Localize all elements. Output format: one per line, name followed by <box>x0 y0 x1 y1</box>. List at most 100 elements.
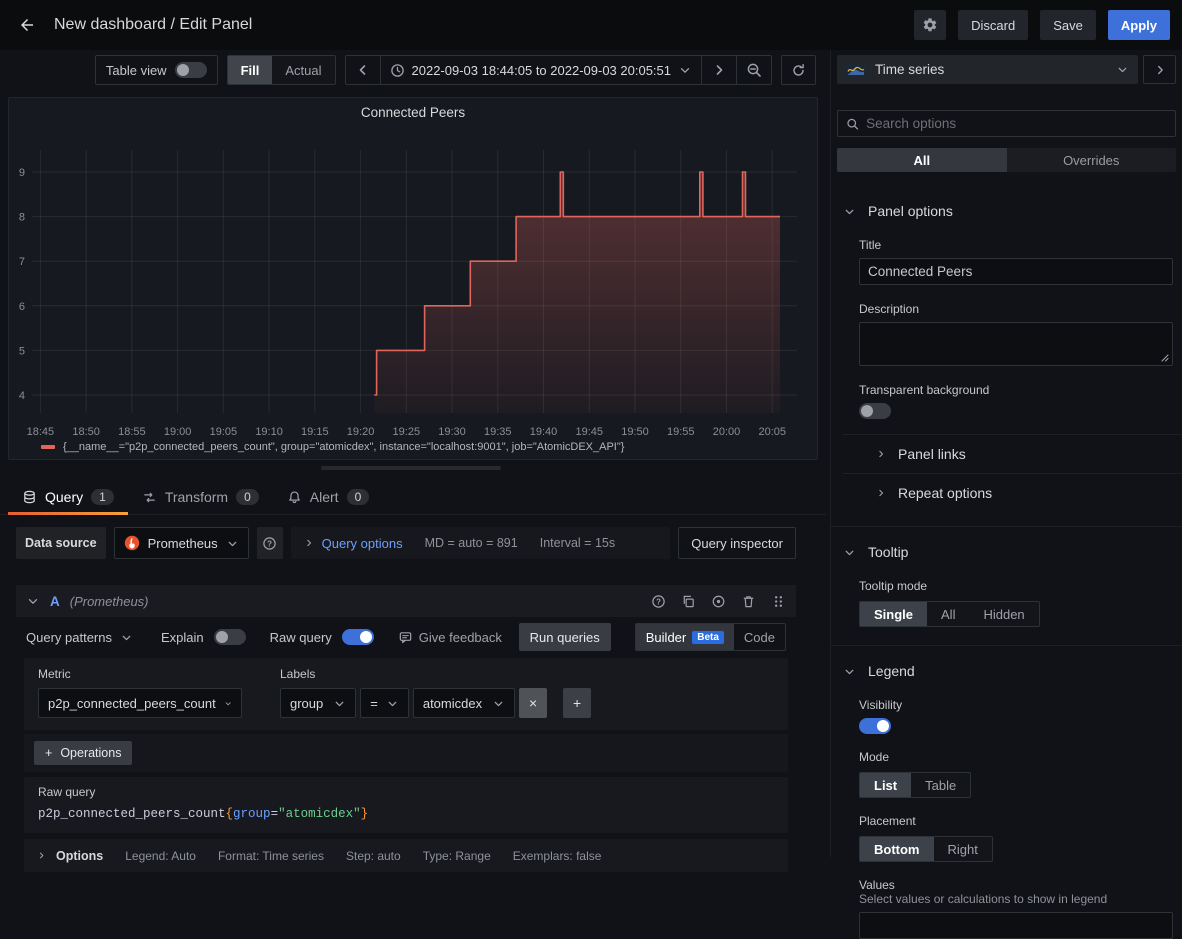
plus-icon: + <box>45 746 52 760</box>
options-search[interactable] <box>837 110 1176 137</box>
page-title: New dashboard / Edit Panel <box>54 16 252 34</box>
collapse-sidebar-button[interactable] <box>1143 55 1176 84</box>
options-sidebar: Time series All Overrides Panel options … <box>830 50 1182 857</box>
query-count-badge: 1 <box>91 489 114 505</box>
chevron-down-icon <box>337 702 344 705</box>
duplicate-query-icon[interactable] <box>681 594 696 609</box>
tooltip-mode-hidden[interactable]: Hidden <box>969 602 1038 626</box>
option-legend: Legend: Auto <box>125 849 196 863</box>
run-queries-button[interactable]: Run queries <box>519 623 611 651</box>
chevron-right-icon <box>718 66 722 74</box>
save-button[interactable]: Save <box>1040 10 1096 40</box>
transparent-bg-label: Transparent background <box>859 383 1172 397</box>
refresh-button[interactable] <box>782 56 815 84</box>
raw-query-box: Raw query p2p_connected_peers_count{grou… <box>24 777 788 833</box>
query-patterns-dropdown[interactable]: Query patterns <box>26 630 133 645</box>
query-options-collapsed-row[interactable]: Options Legend: Auto Format: Time series… <box>24 839 788 872</box>
actual-option[interactable]: Actual <box>272 56 334 84</box>
gear-icon <box>924 18 936 31</box>
timeseries-plot[interactable]: 18:4518:5018:5519:0019:0519:1019:1519:20… <box>9 126 817 441</box>
add-label-filter-button[interactable]: + <box>563 688 591 718</box>
apply-button[interactable]: Apply <box>1108 10 1170 40</box>
svg-text:19:25: 19:25 <box>393 426 421 438</box>
tab-alert[interactable]: Alert 0 <box>273 480 383 514</box>
visualization-select[interactable]: Time series <box>837 55 1138 84</box>
raw-query-code: p2p_connected_peers_count{group="atomicd… <box>38 807 774 821</box>
give-feedback-link[interactable]: Give feedback <box>398 630 502 645</box>
database-icon <box>25 491 34 502</box>
metric-label: Metric <box>38 667 242 681</box>
query-inspector-button[interactable]: Query inspector <box>678 527 796 559</box>
label-name-select[interactable]: group <box>280 688 356 718</box>
chevron-down-icon <box>846 210 853 213</box>
datasource-select[interactable]: Prometheus <box>114 527 249 559</box>
datasource-help-button[interactable] <box>257 527 283 559</box>
svg-text:5: 5 <box>19 345 25 357</box>
tab-query[interactable]: Query 1 <box>8 480 128 514</box>
section-panel-options[interactable]: Panel options <box>831 186 1182 225</box>
panel-links-section[interactable]: Panel links <box>843 434 1182 473</box>
transparent-background-toggle[interactable] <box>859 403 891 419</box>
query-row-header[interactable]: A (Prometheus) <box>16 585 796 618</box>
option-format: Format: Time series <box>218 849 324 863</box>
panel-settings-button[interactable] <box>914 10 946 40</box>
pane-resize-handle[interactable] <box>321 466 501 470</box>
chevron-right-icon <box>40 853 42 858</box>
legend-placement-bottom[interactable]: Bottom <box>860 837 934 861</box>
metric-select[interactable]: p2p_connected_peers_count <box>38 688 242 718</box>
discard-button[interactable]: Discard <box>958 10 1028 40</box>
section-tooltip[interactable]: Tooltip <box>831 527 1182 566</box>
label-value-select[interactable]: atomicdex <box>413 688 515 718</box>
explain-toggle[interactable] <box>214 629 246 645</box>
panel-title-input[interactable] <box>859 258 1173 285</box>
query-help-icon[interactable] <box>651 594 666 609</box>
time-shift-back-button[interactable] <box>346 56 381 84</box>
drag-handle-icon[interactable] <box>771 594 786 609</box>
option-exemplars: Exemplars: false <box>513 849 602 863</box>
legend-mode-list[interactable]: List <box>860 773 911 797</box>
raw-query-label: Raw query <box>270 630 332 645</box>
chevron-right-icon <box>1158 66 1162 73</box>
fill-option[interactable]: Fill <box>228 56 273 84</box>
svg-text:19:30: 19:30 <box>438 426 466 438</box>
time-shift-forward-button[interactable] <box>702 56 737 84</box>
table-view-toggle[interactable] <box>175 62 207 78</box>
section-legend[interactable]: Legend <box>831 646 1182 685</box>
repeat-options-section[interactable]: Repeat options <box>843 473 1182 512</box>
chevron-left-icon <box>360 66 364 74</box>
chart-legend[interactable]: {__name__="p2p_connected_peers_count", g… <box>41 441 624 453</box>
legend-mode-table[interactable]: Table <box>911 773 970 797</box>
svg-text:19:45: 19:45 <box>575 426 603 438</box>
svg-text:19:00: 19:00 <box>164 426 192 438</box>
legend-placement-right[interactable]: Right <box>934 837 992 861</box>
search-icon <box>848 119 858 129</box>
values-description: Select values or calculations to show in… <box>859 892 1172 906</box>
chevron-right-icon <box>880 490 883 495</box>
filter-overrides[interactable]: Overrides <box>1007 148 1177 172</box>
clock-icon <box>391 64 402 75</box>
legend-values-input[interactable] <box>859 912 1173 939</box>
code-mode-option[interactable]: Code <box>734 624 785 650</box>
delete-query-icon[interactable] <box>741 594 756 609</box>
disable-query-icon[interactable] <box>711 594 726 609</box>
back-button[interactable] <box>12 10 42 40</box>
query-options-bar[interactable]: Query options MD = auto = 891 Interval =… <box>291 527 671 559</box>
legend-placement-group: Bottom Right <box>859 836 993 862</box>
label-operator-select[interactable]: = <box>360 688 409 718</box>
tooltip-mode-all[interactable]: All <box>927 602 969 626</box>
tab-transform[interactable]: Transform 0 <box>128 480 273 514</box>
labels-label: Labels <box>280 667 591 681</box>
add-operation-button[interactable]: + Operations <box>34 741 132 765</box>
zoom-out-time-button[interactable] <box>737 56 771 84</box>
remove-label-filter-button[interactable]: × <box>519 688 547 718</box>
tooltip-mode-single[interactable]: Single <box>860 602 927 626</box>
datasource-row: Data source Prometheus Query options MD … <box>16 527 796 559</box>
panel-description-textarea[interactable] <box>859 322 1173 366</box>
time-range-button[interactable]: 2022-09-03 18:44:05 to 2022-09-03 20:05:… <box>381 56 703 84</box>
panel-preview: Connected Peers 18:4518:5018:5519:0019:0… <box>8 97 818 460</box>
raw-query-toggle[interactable] <box>342 629 374 645</box>
legend-visibility-toggle[interactable] <box>859 718 891 734</box>
builder-mode-option[interactable]: Builder Beta <box>636 624 734 650</box>
filter-all[interactable]: All <box>837 148 1007 172</box>
search-options-input[interactable] <box>866 116 1167 131</box>
